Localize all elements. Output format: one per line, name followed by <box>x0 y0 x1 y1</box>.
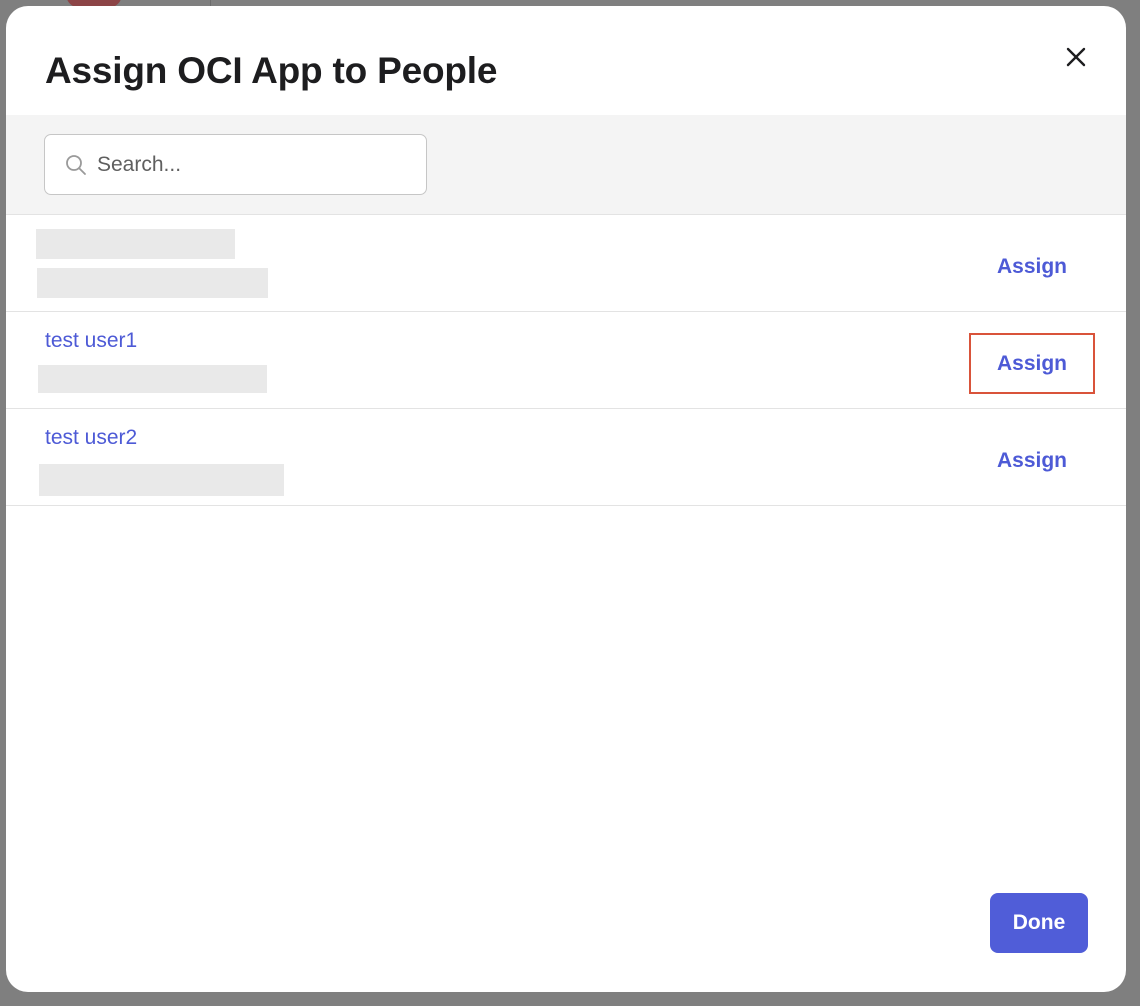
user-row: test user2 Assign <box>6 409 1126 506</box>
user-row: Assign <box>6 215 1126 312</box>
assign-button[interactable]: Assign <box>969 333 1095 394</box>
assign-app-modal: Assign OCI App to People Assign <box>6 6 1126 992</box>
assign-button[interactable]: Assign <box>969 430 1095 491</box>
assign-button[interactable]: Assign <box>969 236 1095 297</box>
user-name[interactable]: test user1 <box>45 329 137 353</box>
search-box[interactable] <box>44 134 427 195</box>
redacted-email <box>39 464 284 496</box>
user-row: test user1 Assign <box>6 312 1126 409</box>
done-button[interactable]: Done <box>990 893 1088 953</box>
redacted-email <box>37 268 268 298</box>
search-bar <box>6 115 1126 215</box>
close-button[interactable] <box>1061 42 1091 72</box>
user-name[interactable]: test user2 <box>45 426 137 450</box>
modal-title: Assign OCI App to People <box>45 50 498 91</box>
search-input[interactable] <box>97 152 417 177</box>
redacted-email <box>38 365 267 393</box>
search-icon <box>65 154 87 176</box>
close-icon <box>1066 47 1086 67</box>
user-list: Assign test user1 Assign test user2 Assi… <box>6 215 1126 506</box>
redacted-name <box>36 229 235 259</box>
